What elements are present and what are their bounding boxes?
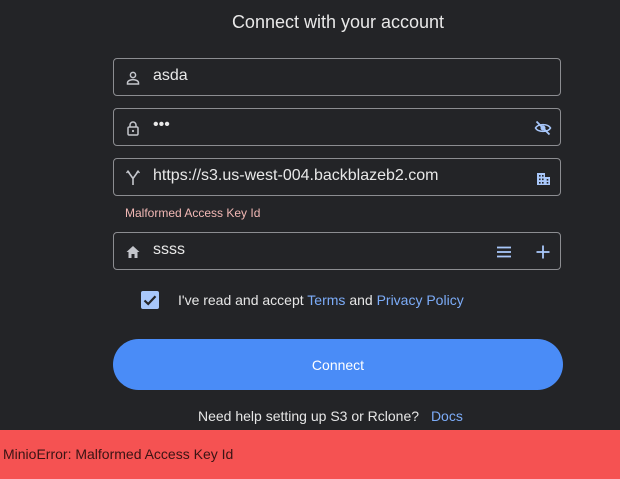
terms-link[interactable]: Terms [307,292,345,308]
privacy-policy-link[interactable]: Privacy Policy [377,292,464,308]
docs-link[interactable]: Docs [431,408,463,424]
eye-off-icon[interactable] [534,119,552,137]
page-title: Connect with your account [231,12,445,32]
password-value[interactable]: ••• [153,116,170,134]
building-icon[interactable] [534,169,552,187]
connect-button[interactable]: Connect [113,339,563,390]
bucket-field[interactable]: ssss [113,232,561,270]
lock-icon [127,121,139,136]
fork-icon [125,170,141,185]
password-field[interactable]: ••• [113,108,561,146]
error-toast: MinioError: Malformed Access Key Id [0,430,620,479]
error-toast-message: MinioError: Malformed Access Key Id [3,446,234,462]
consent-text: I've read and accept Terms and Privacy P… [178,292,464,308]
endpoint-value[interactable]: https://s3.us-west-004.backblazeb2.com [153,167,438,185]
help-text: Need help setting up S3 or Rclone? Docs [198,408,463,424]
endpoint-field[interactable]: https://s3.us-west-004.backblazeb2.com [113,158,561,196]
username-field[interactable]: asda [113,58,561,96]
consent-checkbox[interactable] [141,291,159,309]
checkmark-icon [143,295,157,306]
consent-and: and [349,292,373,308]
plus-icon[interactable] [534,243,552,261]
help-question: Need help setting up S3 or Rclone? [198,408,420,424]
person-icon [126,71,140,85]
list-icon[interactable] [495,243,513,261]
home-icon [126,246,140,258]
consent-prefix: I've read and accept [178,292,304,308]
endpoint-error-text: Malformed Access Key Id [125,206,261,220]
bucket-value[interactable]: ssss [153,241,185,259]
username-value[interactable]: asda [153,67,188,85]
